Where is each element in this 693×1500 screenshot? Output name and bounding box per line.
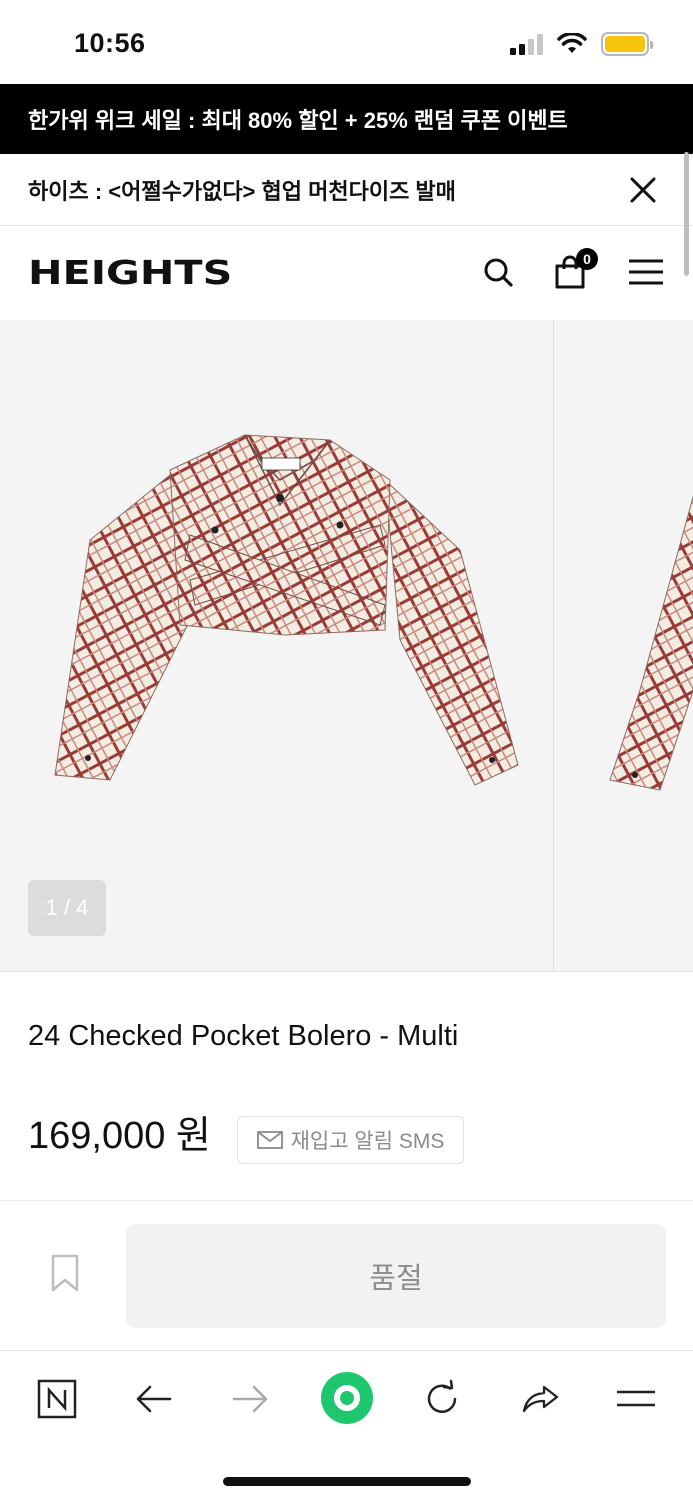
browser-menu-button[interactable] xyxy=(614,1377,658,1421)
heights-logo[interactable]: HEIGHTS xyxy=(28,253,232,292)
forward-arrow-icon xyxy=(232,1385,268,1413)
status-bar: 10:56 xyxy=(0,0,693,84)
menu-icon xyxy=(617,1390,655,1407)
cellular-signal-icon xyxy=(510,33,543,55)
search-icon[interactable] xyxy=(480,254,516,290)
product-image-gallery[interactable]: 1 / 4 xyxy=(0,320,693,972)
slide-divider xyxy=(553,320,554,971)
reload-button[interactable] xyxy=(420,1377,464,1421)
status-time: 10:56 xyxy=(74,28,146,58)
scrollbar[interactable] xyxy=(684,152,689,276)
slide-counter: 1 / 4 xyxy=(28,880,106,936)
product-price: 169,000 원 xyxy=(28,1115,211,1157)
share-button[interactable] xyxy=(518,1377,562,1421)
hamburger-menu-icon[interactable] xyxy=(628,254,664,290)
product-image xyxy=(54,434,519,786)
promo-banner[interactable]: 한가위 위크 세일 : 최대 80% 할인 + 25% 랜덤 쿠폰 이벤트 xyxy=(0,84,693,154)
back-button[interactable] xyxy=(132,1377,176,1421)
naver-n-icon xyxy=(37,1379,77,1419)
close-icon[interactable] xyxy=(629,176,657,204)
cart-count-badge: 0 xyxy=(576,248,598,270)
product-name: 24 Checked Pocket Bolero - Multi xyxy=(28,1020,459,1052)
home-indicator[interactable] xyxy=(223,1477,471,1486)
restock-sms-label: 재입고 알림 SMS xyxy=(290,1130,445,1153)
reload-icon xyxy=(427,1379,457,1413)
green-home-icon xyxy=(321,1372,373,1424)
sold-out-button[interactable]: 품절 xyxy=(126,1224,666,1328)
promo-banner-text: 한가위 위크 세일 : 최대 80% 할인 + 25% 랜덤 쿠폰 이벤트 xyxy=(28,108,568,133)
bookmark-icon[interactable] xyxy=(50,1254,80,1292)
next-product-image[interactable] xyxy=(600,490,693,810)
green-home-button[interactable] xyxy=(320,1371,374,1425)
naver-n-button[interactable] xyxy=(35,1377,79,1421)
notice-text: 하이츠 : <어쩔수가없다> 협업 머천다이즈 발매 xyxy=(28,178,456,204)
status-icons xyxy=(510,32,653,56)
cart-button[interactable]: 0 xyxy=(552,248,598,290)
share-icon xyxy=(522,1385,559,1413)
back-arrow-icon xyxy=(136,1385,172,1413)
wifi-icon xyxy=(557,33,587,53)
forward-button[interactable] xyxy=(228,1377,272,1421)
envelope-icon xyxy=(256,1131,283,1149)
divider xyxy=(0,1200,693,1201)
notice-bar[interactable]: 하이츠 : <어쩔수가없다> 협업 머천다이즈 발매 xyxy=(0,154,693,226)
sold-out-label: 품절 xyxy=(369,1263,423,1295)
battery-icon xyxy=(601,32,653,56)
site-header: HEIGHTS 0 xyxy=(0,226,693,320)
restock-sms-button[interactable]: 재입고 알림 SMS xyxy=(237,1116,464,1164)
